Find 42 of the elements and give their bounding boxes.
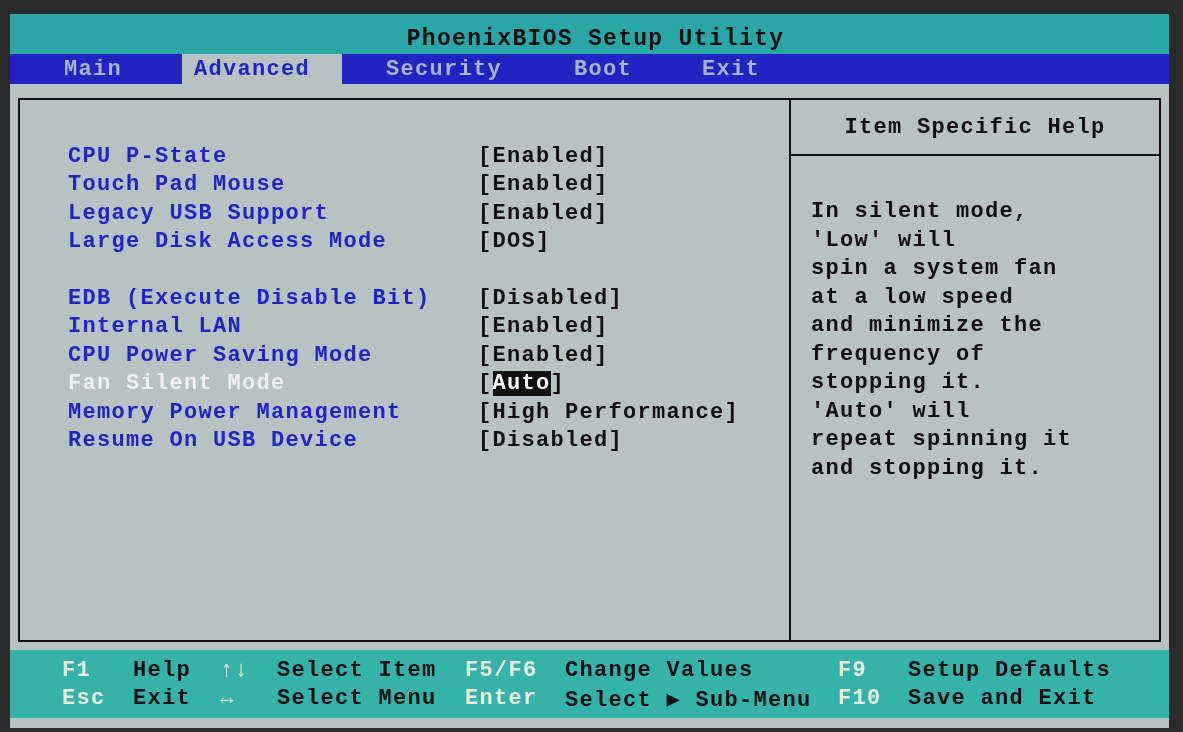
key-label: Enter: [465, 686, 539, 713]
menu-tab[interactable]: Exit: [660, 54, 760, 84]
key-action: Select ▶ Sub-Menu: [565, 687, 813, 714]
setting-value[interactable]: [Disabled]: [478, 285, 624, 311]
window-title: PhoenixBIOS Setup Utility: [405, 26, 785, 54]
key-action: Change Values: [565, 658, 755, 685]
key-label: F1: [62, 658, 92, 685]
setting-label[interactable]: CPU Power Saving Mode: [68, 342, 478, 368]
key-action: Setup Defaults: [908, 658, 1113, 685]
setting-label[interactable]: Touch Pad Mouse: [68, 172, 478, 198]
setting-label[interactable]: Resume On USB Device: [68, 428, 478, 454]
setting-value[interactable]: [Disabled]: [478, 428, 624, 454]
setting-label[interactable]: Memory Power Management: [68, 399, 478, 425]
setting-value[interactable]: [DOS]: [478, 229, 551, 255]
key-action: Save and Exit: [908, 686, 1098, 713]
menu-tab[interactable]: Advanced: [182, 54, 342, 84]
setting-value[interactable]: [High Performance]: [478, 399, 740, 425]
key-label: ↑↓: [220, 658, 250, 685]
key-action: Help: [133, 658, 192, 685]
setting-value[interactable]: [Enabled]: [478, 143, 609, 169]
key-label: F5/F6: [465, 658, 539, 685]
key-action: Exit: [133, 686, 192, 713]
menu-tab[interactable]: Main: [10, 54, 182, 84]
setting-label[interactable]: Large Disk Access Mode: [68, 229, 478, 255]
setting-label[interactable]: CPU P-State: [68, 143, 478, 169]
setting-value[interactable]: [Enabled]: [478, 342, 609, 368]
setting-label[interactable]: EDB (Execute Disable Bit): [68, 285, 478, 311]
key-label: ↔: [220, 686, 236, 713]
setting-label[interactable]: Internal LAN: [68, 314, 478, 340]
setting-label[interactable]: Legacy USB Support: [68, 200, 478, 226]
key-label: F10: [838, 686, 883, 713]
menu-tab[interactable]: Security: [342, 54, 532, 84]
help-title: Item Specific Help: [791, 100, 1159, 156]
key-action: Select Menu: [277, 686, 438, 713]
key-action: Select Item: [277, 658, 438, 685]
key-label: Esc: [62, 686, 107, 713]
key-label: F9: [838, 658, 868, 685]
setting-value[interactable]: [Enabled]: [478, 172, 609, 198]
setting-value[interactable]: [Enabled]: [478, 200, 609, 226]
setting-value[interactable]: [Enabled]: [478, 314, 609, 340]
help-text: In silent mode, 'Low' will spin a system fan at a low speed and minimize the frequency of stopping it. 'Auto' will repeat spinning it and stopping it.: [810, 198, 1074, 483]
menu-tab[interactable]: Boot: [532, 54, 660, 84]
